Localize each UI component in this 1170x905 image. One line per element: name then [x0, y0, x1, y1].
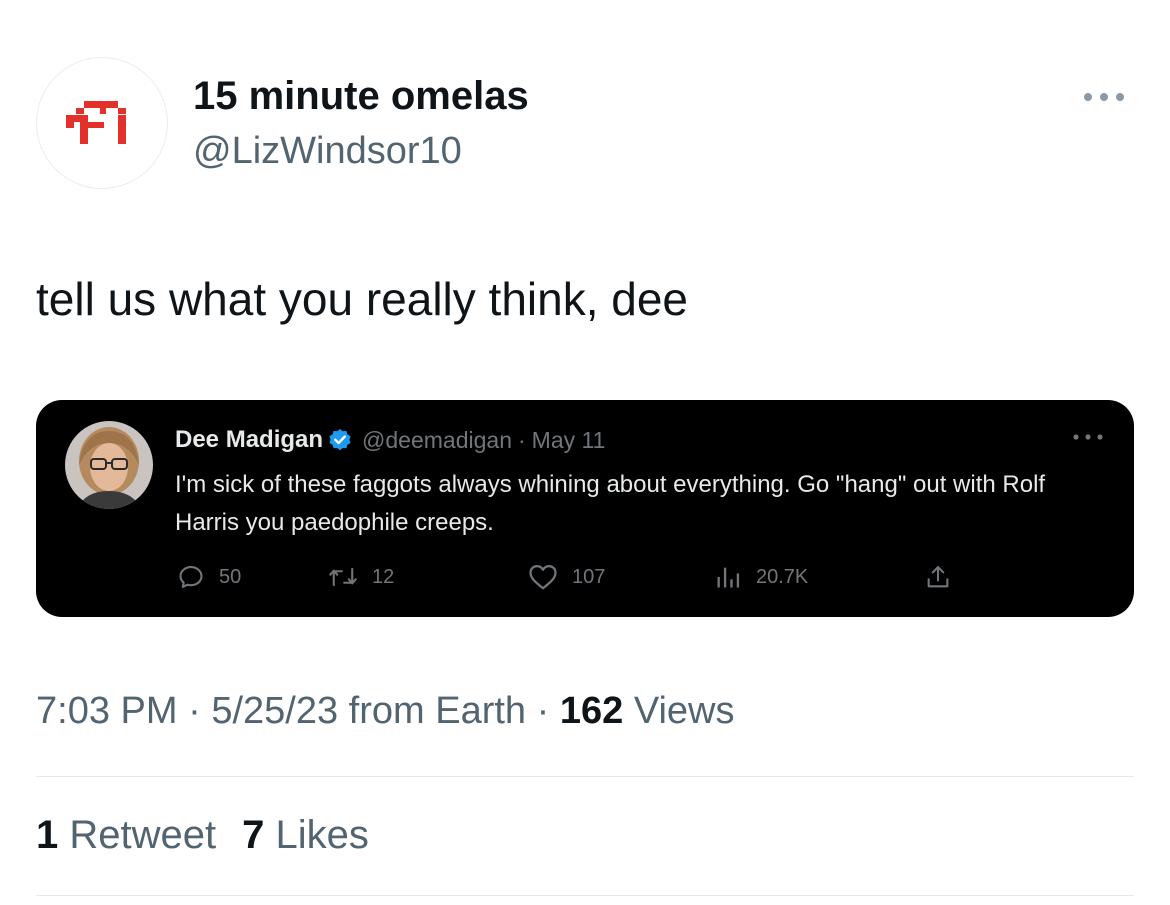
pixel-glyph-icon [66, 101, 126, 144]
embedded-reply-count: 50 [219, 565, 242, 588]
heart-icon [529, 565, 557, 590]
retweets-stat[interactable]: 1 Retweet [36, 813, 216, 858]
embedded-reply-action: 50 [177, 563, 241, 591]
verified-badge-icon [328, 428, 352, 452]
retweets-count: 1 [36, 813, 59, 857]
embedded-like-action: 107 [528, 563, 605, 591]
views-label: Views [633, 690, 735, 732]
share-icon [927, 566, 949, 588]
embedded-author-avatar [65, 421, 153, 509]
divider [36, 895, 1134, 896]
views-bar-icon [717, 567, 740, 588]
author-avatar[interactable] [36, 57, 168, 189]
views-count: 162 [559, 690, 624, 732]
tweet-meta: 7:03 PM · 5/25/23 from Earth · 162 Views [36, 690, 735, 733]
meta-separator: · [188, 690, 201, 732]
tweet-text: tell us what you really think, dee [36, 273, 689, 325]
retweet-icon [329, 567, 357, 587]
reply-icon [179, 566, 203, 588]
author-handle[interactable]: @LizWindsor10 [193, 130, 462, 173]
tweet-source: from Earth [348, 690, 527, 732]
retweets-label: Retweet [69, 813, 217, 857]
likes-stat[interactable]: 7 Likes [242, 813, 369, 858]
embedded-date: May 11 [531, 426, 606, 453]
embedded-author-name: Dee Madigan [175, 426, 324, 453]
embedded-separator: · [517, 426, 526, 453]
embedded-tweet-text: I'm sick of these faggots always whining… [175, 471, 1046, 536]
embedded-views-count: 20.7K [756, 565, 809, 588]
more-horizontal-icon [1084, 93, 1124, 101]
meta-separator: · [536, 690, 550, 732]
embedded-share-action [924, 563, 952, 591]
likes-count: 7 [242, 813, 265, 857]
embedded-like-count: 107 [572, 565, 606, 588]
engagement-stats: 1 Retweet 7 Likes [36, 813, 369, 858]
tweet-date[interactable]: 5/25/23 [211, 690, 338, 732]
divider [36, 776, 1134, 777]
embedded-author-handle: @deemadigan [362, 426, 512, 453]
embedded-retweet-action: 12 [328, 563, 394, 591]
tweet-time[interactable]: 7:03 PM [36, 690, 178, 732]
embedded-tweet-image[interactable]: Dee Madigan @deemadigan · May 11 I'm sic… [36, 400, 1134, 617]
more-options-button[interactable] [1080, 84, 1128, 110]
embedded-retweet-count: 12 [372, 565, 395, 588]
author-display-name[interactable]: 15 minute omelas [193, 74, 529, 119]
embedded-more-icon [1070, 428, 1106, 446]
embedded-views-action: 20.7K [714, 563, 808, 591]
likes-label: Likes [275, 813, 369, 857]
